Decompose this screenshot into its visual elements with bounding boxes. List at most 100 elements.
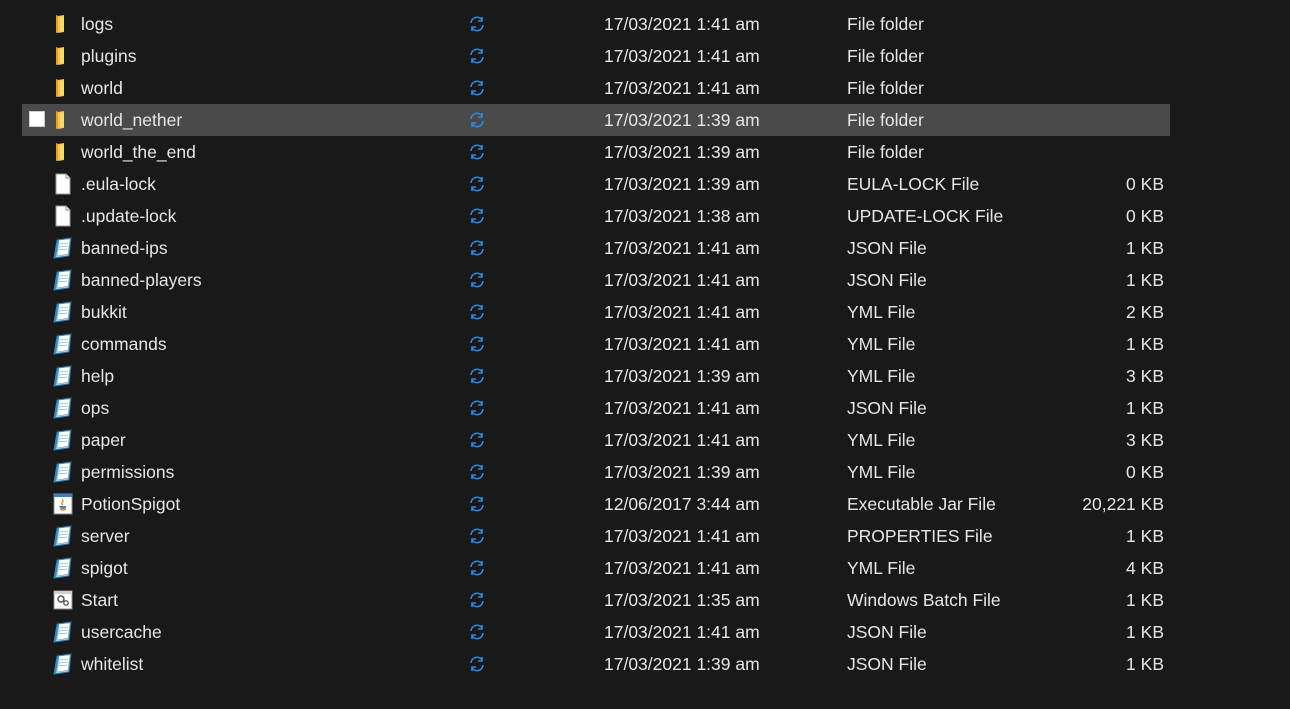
file-row[interactable]: commands 17/03/2021 1:41 am YML File 1 KB bbox=[22, 328, 1170, 360]
sync-status-icon bbox=[468, 463, 486, 481]
sync-status-icon bbox=[468, 495, 486, 513]
file-name: logs bbox=[81, 13, 114, 34]
file-row[interactable]: Start 17/03/2021 1:35 am Windows Batch Fil… bbox=[22, 584, 1170, 616]
file-size: 20,221 KB bbox=[1082, 493, 1164, 514]
date-modified: 17/03/2021 1:41 am bbox=[604, 525, 760, 546]
file-row[interactable]: help 17/03/2021 1:39 am YML File 3 KB bbox=[22, 360, 1170, 392]
notepad-file-icon bbox=[51, 620, 75, 644]
file-type: File folder bbox=[847, 45, 924, 66]
file-size: 1 KB bbox=[1126, 269, 1164, 290]
date-modified: 17/03/2021 1:39 am bbox=[604, 653, 760, 674]
date-modified: 17/03/2021 1:41 am bbox=[604, 45, 760, 66]
file-type: PROPERTIES File bbox=[847, 525, 993, 546]
file-row[interactable]: whitelist 17/03/2021 1:39 am JSON File 1 KB bbox=[22, 648, 1170, 680]
file-type: YML File bbox=[847, 365, 916, 386]
file-row[interactable]: banned-players 17/03/2021 1:41 am JSON Fil… bbox=[22, 264, 1170, 296]
file-type: YML File bbox=[847, 429, 916, 450]
file-size: 1 KB bbox=[1126, 397, 1164, 418]
date-modified: 17/03/2021 1:39 am bbox=[604, 365, 760, 386]
file-row[interactable]: server 17/03/2021 1:41 am PROPERTIES File 1… bbox=[22, 520, 1170, 552]
file-name: bukkit bbox=[81, 301, 127, 322]
file-row[interactable]: usercache 17/03/2021 1:41 am JSON File 1 KB bbox=[22, 616, 1170, 648]
file-name: whitelist bbox=[81, 653, 144, 674]
folder-icon bbox=[51, 12, 75, 36]
sync-status-icon bbox=[468, 399, 486, 417]
sync-status-icon bbox=[468, 207, 486, 225]
file-type: File folder bbox=[847, 77, 924, 98]
file-type: JSON File bbox=[847, 237, 927, 258]
sync-status-icon bbox=[468, 623, 486, 641]
file-name: banned-players bbox=[81, 269, 202, 290]
batch-file-icon bbox=[51, 588, 75, 612]
notepad-file-icon bbox=[51, 236, 75, 260]
file-row[interactable]: bukkit 17/03/2021 1:41 am YML File 2 KB bbox=[22, 296, 1170, 328]
date-modified: 17/03/2021 1:39 am bbox=[604, 461, 760, 482]
sync-status-icon bbox=[468, 175, 486, 193]
sync-status-icon bbox=[468, 303, 486, 321]
file-row[interactable]: world_nether 17/03/2021 1:39 am File folde… bbox=[22, 104, 1170, 136]
file-name: usercache bbox=[81, 621, 162, 642]
file-row[interactable]: ops 17/03/2021 1:41 am JSON File 1 KB bbox=[22, 392, 1170, 424]
sync-status-icon bbox=[468, 367, 486, 385]
file-name: Start bbox=[81, 589, 118, 610]
sync-status-icon bbox=[468, 591, 486, 609]
date-modified: 17/03/2021 1:41 am bbox=[604, 237, 760, 258]
file-name: paper bbox=[81, 429, 126, 450]
date-modified: 17/03/2021 1:38 am bbox=[604, 205, 760, 226]
sync-status-icon bbox=[468, 431, 486, 449]
file-type: JSON File bbox=[847, 269, 927, 290]
file-type: JSON File bbox=[847, 621, 927, 642]
notepad-file-icon bbox=[51, 396, 75, 420]
notepad-file-icon bbox=[51, 300, 75, 324]
sync-status-icon bbox=[468, 15, 486, 33]
file-type: YML File bbox=[847, 301, 916, 322]
file-row[interactable]: paper 17/03/2021 1:41 am YML File 3 KB bbox=[22, 424, 1170, 456]
file-list: logs 17/03/2021 1:41 am File folder plugins… bbox=[22, 8, 1170, 680]
date-modified: 17/03/2021 1:41 am bbox=[604, 621, 760, 642]
sync-status-icon bbox=[468, 79, 486, 97]
file-row[interactable]: plugins 17/03/2021 1:41 am File folder bbox=[22, 40, 1170, 72]
file-row[interactable]: world_the_end 17/03/2021 1:39 am File fold… bbox=[22, 136, 1170, 168]
file-type: YML File bbox=[847, 461, 916, 482]
file-type: File folder bbox=[847, 141, 924, 162]
file-row[interactable]: world 17/03/2021 1:41 am File folder bbox=[22, 72, 1170, 104]
notepad-file-icon bbox=[51, 556, 75, 580]
blank-file-icon bbox=[51, 204, 75, 228]
file-name: world bbox=[81, 77, 123, 98]
file-row[interactable]: banned-ips 17/03/2021 1:41 am JSON File 1 K… bbox=[22, 232, 1170, 264]
file-type: Executable Jar File bbox=[847, 493, 996, 514]
file-name: ops bbox=[81, 397, 110, 418]
file-type: YML File bbox=[847, 557, 916, 578]
notepad-file-icon bbox=[51, 364, 75, 388]
file-name: server bbox=[81, 525, 130, 546]
date-modified: 17/03/2021 1:35 am bbox=[604, 589, 760, 610]
file-name: world_nether bbox=[81, 109, 183, 130]
file-name: banned-ips bbox=[81, 237, 168, 258]
file-row[interactable]: spigot 17/03/2021 1:41 am YML File 4 KB bbox=[22, 552, 1170, 584]
file-size: 1 KB bbox=[1126, 653, 1164, 674]
folder-icon bbox=[51, 140, 75, 164]
sync-status-icon bbox=[468, 271, 486, 289]
folder-icon bbox=[51, 76, 75, 100]
file-type: File folder bbox=[847, 13, 924, 34]
file-row[interactable]: PotionSpigot 12/06/2017 3:44 am Executable… bbox=[22, 488, 1170, 520]
file-type: Windows Batch File bbox=[847, 589, 1001, 610]
sync-status-icon bbox=[468, 143, 486, 161]
date-modified: 17/03/2021 1:41 am bbox=[604, 77, 760, 98]
file-row[interactable]: .eula-lock 17/03/2021 1:39 am EULA-LOCK Fi… bbox=[22, 168, 1170, 200]
file-name: world_the_end bbox=[81, 141, 196, 162]
file-size: 0 KB bbox=[1126, 173, 1164, 194]
file-row[interactable]: logs 17/03/2021 1:41 am File folder bbox=[22, 8, 1170, 40]
file-type: YML File bbox=[847, 333, 916, 354]
file-type: JSON File bbox=[847, 653, 927, 674]
date-modified: 17/03/2021 1:41 am bbox=[604, 557, 760, 578]
file-size: 1 KB bbox=[1126, 237, 1164, 258]
date-modified: 17/03/2021 1:41 am bbox=[604, 333, 760, 354]
file-row[interactable]: permissions 17/03/2021 1:39 am YML File 0 K… bbox=[22, 456, 1170, 488]
file-size: 0 KB bbox=[1126, 461, 1164, 482]
date-modified: 17/03/2021 1:41 am bbox=[604, 301, 760, 322]
file-size: 3 KB bbox=[1126, 365, 1164, 386]
row-checkbox[interactable] bbox=[29, 111, 45, 127]
file-row[interactable]: .update-lock 17/03/2021 1:38 am UPDATE-LOC… bbox=[22, 200, 1170, 232]
date-modified: 17/03/2021 1:39 am bbox=[604, 109, 760, 130]
